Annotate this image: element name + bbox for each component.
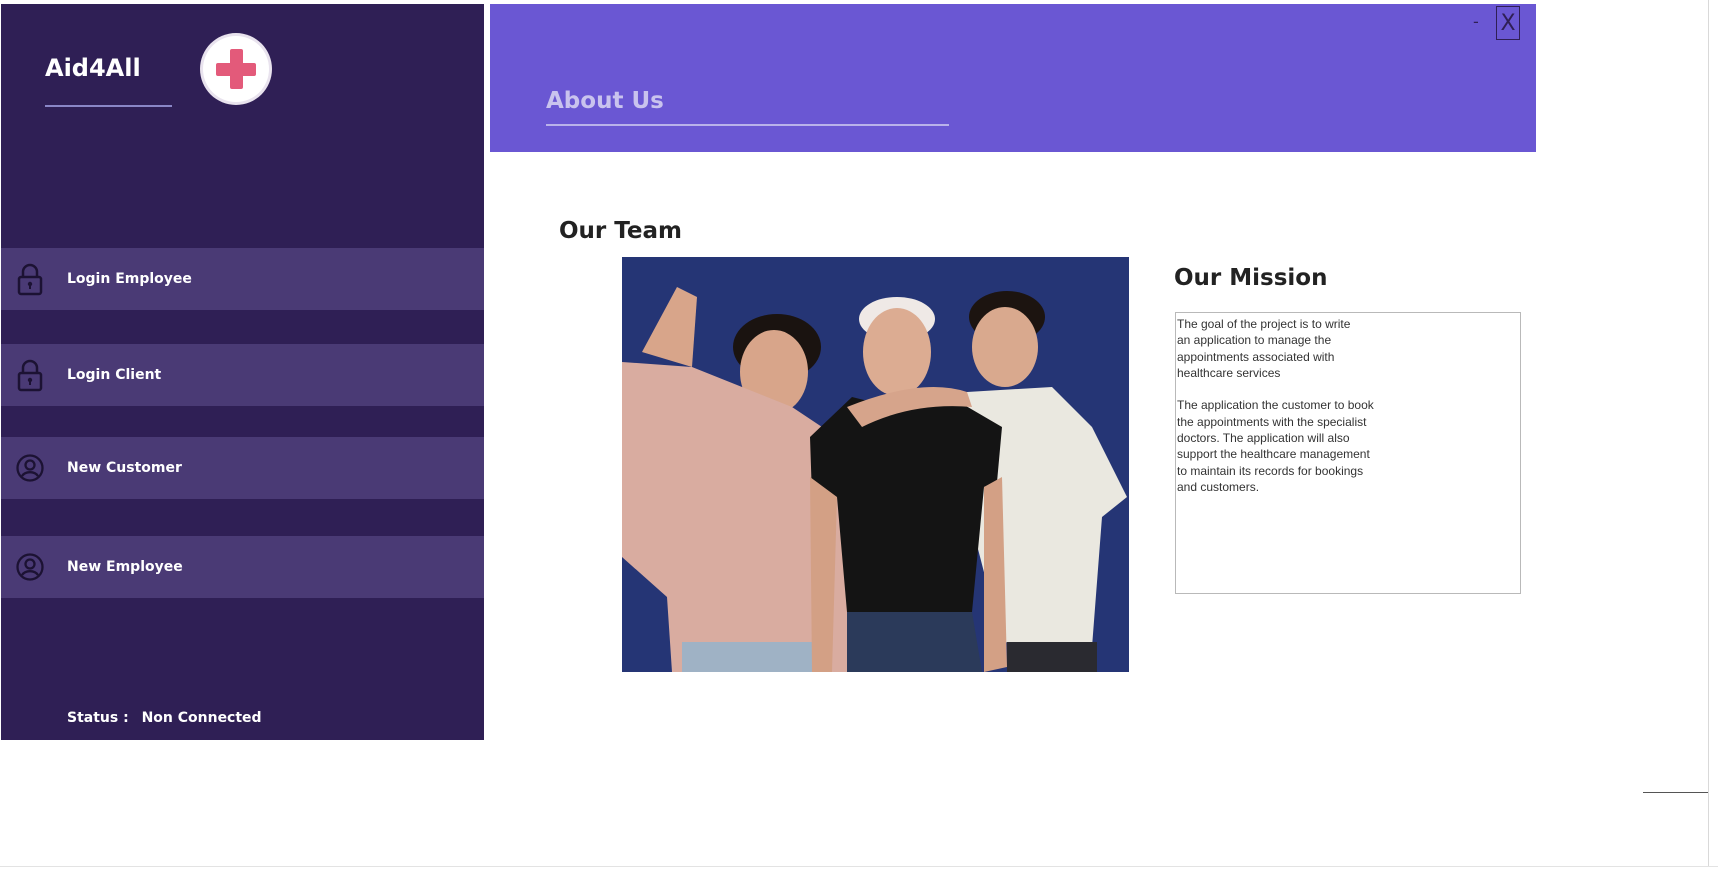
sidebar: Aid4All Login Employee Login Client New … — [1, 4, 484, 740]
user-circle-icon — [15, 550, 45, 584]
brand-name: Aid4All — [45, 54, 141, 82]
minimize-button[interactable]: - — [1473, 12, 1479, 31]
mission-heading: Our Mission — [1174, 265, 1328, 291]
page-title: About Us — [546, 88, 664, 114]
status-label: Status : — [67, 710, 129, 726]
connection-status: Status : Non Connected — [67, 710, 262, 726]
sidebar-item-label: New Customer — [67, 460, 182, 476]
lock-icon — [15, 262, 45, 296]
header-banner: About Us - X — [490, 4, 1536, 152]
divider — [1643, 792, 1708, 793]
sidebar-item-label: Login Employee — [67, 271, 192, 287]
team-photo — [622, 257, 1129, 672]
status-value: Non Connected — [141, 710, 262, 726]
title-underline — [546, 124, 949, 126]
team-heading: Our Team — [559, 218, 682, 244]
close-button[interactable]: X — [1496, 6, 1520, 40]
sidebar-item-label: Login Client — [67, 367, 162, 383]
sidebar-item-login-employee[interactable]: Login Employee — [1, 248, 484, 310]
sidebar-item-login-client[interactable]: Login Client — [1, 344, 484, 406]
brand-underline — [45, 105, 172, 107]
sidebar-item-new-employee[interactable]: New Employee — [1, 536, 484, 598]
window-edge — [1708, 0, 1709, 866]
window-edge — [0, 866, 1718, 867]
mission-textarea[interactable]: The goal of the project is to write an a… — [1175, 312, 1521, 594]
sidebar-item-new-customer[interactable]: New Customer — [1, 437, 484, 499]
red-cross-icon — [203, 36, 269, 102]
sidebar-item-label: New Employee — [67, 559, 183, 575]
user-circle-icon — [15, 451, 45, 485]
lock-icon — [15, 358, 45, 392]
